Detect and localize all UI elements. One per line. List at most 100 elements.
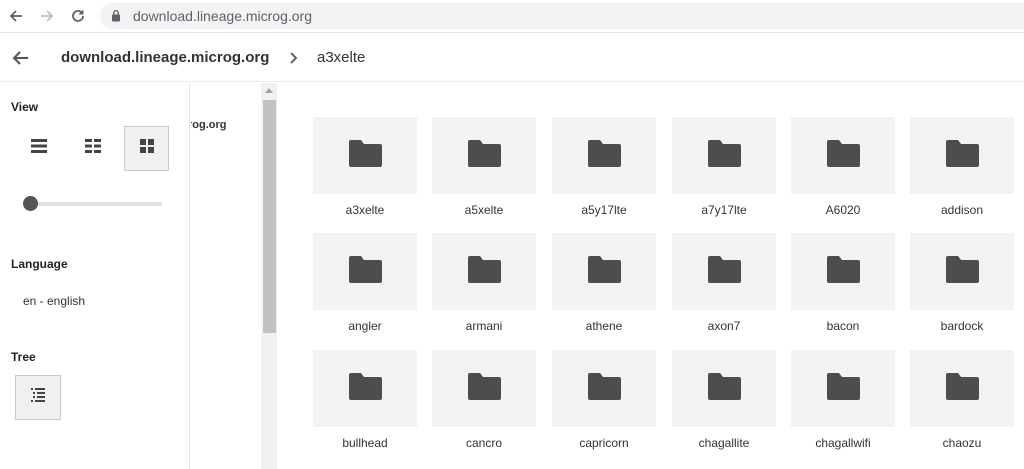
folder-name: bullhead (342, 436, 388, 450)
folder-item[interactable]: chagallwifi (791, 350, 895, 450)
lock-icon (111, 9, 121, 27)
folder-icon (348, 255, 382, 288)
folder-grid: a3xelte a5xelte a5y17lte a7y17lte A6020 addis… (277, 83, 1024, 469)
folder-name: bacon (826, 319, 860, 333)
scroll-up-arrow-icon[interactable] (265, 88, 273, 93)
language-section-title: Language (11, 257, 68, 271)
folder-thumbnail[interactable] (910, 117, 1014, 194)
folder-thumbnail[interactable] (910, 233, 1014, 310)
folder-name: a5y17lte (581, 203, 627, 217)
folder-name: a7y17lte (701, 203, 747, 217)
browser-reload-icon[interactable] (66, 5, 90, 27)
folder-item[interactable]: bardock (910, 233, 1014, 333)
folder-icon (945, 139, 979, 172)
folder-icon (707, 255, 741, 288)
folder-name: A6020 (825, 203, 861, 217)
folder-name: a5xelte (464, 203, 504, 217)
folder-icon (826, 139, 860, 172)
list-view-icon (30, 139, 47, 158)
folder-thumbnail[interactable] (672, 117, 776, 194)
folder-icon (348, 139, 382, 172)
back-arrow-icon[interactable] (8, 46, 32, 70)
folder-name: athene (585, 319, 623, 333)
app-header: download.lineage.microg.org a3xelte (0, 34, 1024, 82)
folder-item[interactable]: cancro (432, 350, 536, 450)
folder-item[interactable]: chagallite (672, 350, 776, 450)
folder-thumbnail[interactable] (552, 117, 656, 194)
url-text: download.lineage.microg.org (133, 8, 312, 24)
folder-icon (826, 255, 860, 288)
folder-thumbnail[interactable] (432, 117, 536, 194)
folder-thumbnail[interactable] (552, 233, 656, 310)
folder-item[interactable]: A6020 (791, 117, 895, 217)
tree-root-item[interactable]: rog.org (191, 119, 227, 131)
folder-item[interactable]: bacon (791, 233, 895, 333)
folder-icon (587, 139, 621, 172)
list-view-button[interactable] (16, 126, 61, 171)
folder-name: a3xelte (345, 203, 385, 217)
folder-name: addison (940, 203, 984, 217)
address-bar[interactable]: download.lineage.microg.org (100, 3, 1024, 29)
folder-name: chagallwifi (815, 436, 871, 450)
folder-item[interactable]: bullhead (313, 350, 417, 450)
browser-toolbar: download.lineage.microg.org (0, 0, 1024, 33)
folder-thumbnail[interactable] (672, 233, 776, 310)
compact-grid-icon (84, 139, 101, 158)
folder-thumbnail[interactable] (791, 233, 895, 310)
folder-icon (467, 372, 501, 405)
folder-item[interactable]: armani (432, 233, 536, 333)
folder-thumbnail[interactable] (910, 350, 1014, 427)
folder-thumbnail[interactable] (672, 350, 776, 427)
browser-forward-icon[interactable] (35, 5, 59, 27)
folder-item[interactable]: a7y17lte (672, 117, 776, 217)
folder-name: axon7 (707, 319, 741, 333)
folder-icon (945, 255, 979, 288)
folder-thumbnail[interactable] (432, 350, 536, 427)
view-section-title: View (11, 100, 39, 114)
folder-icon (467, 255, 501, 288)
breadcrumb-current[interactable]: a3xelte (317, 49, 365, 66)
folder-thumbnail[interactable] (552, 350, 656, 427)
folder-item[interactable]: chaozu (910, 350, 1014, 450)
folder-thumbnail[interactable] (791, 117, 895, 194)
folder-name: chaozu (942, 436, 982, 450)
folder-name: armani (465, 319, 503, 333)
folder-thumbnail[interactable] (791, 350, 895, 427)
language-option[interactable]: en - english (23, 294, 85, 308)
folder-item[interactable]: axon7 (672, 233, 776, 333)
folder-icon (707, 372, 741, 405)
large-grid-view-button[interactable] (124, 126, 169, 171)
folder-icon (587, 255, 621, 288)
chevron-right-icon (288, 51, 298, 69)
compact-grid-view-button[interactable] (70, 126, 115, 171)
tree-scrollbar[interactable] (261, 83, 277, 469)
folder-item[interactable]: a5y17lte (552, 117, 656, 217)
folder-name: cancro (465, 436, 503, 450)
folder-icon (467, 139, 501, 172)
thumbnail-size-slider-track[interactable] (30, 202, 162, 206)
folder-thumbnail[interactable] (313, 350, 417, 427)
tree-section-title: Tree (11, 350, 36, 364)
folder-name: bardock (940, 319, 984, 333)
folder-item[interactable]: a5xelte (432, 117, 536, 217)
folder-icon (348, 372, 382, 405)
folder-icon (707, 139, 741, 172)
folder-item[interactable]: a3xelte (313, 117, 417, 217)
large-grid-icon (139, 139, 154, 158)
folder-item[interactable]: athene (552, 233, 656, 333)
scrollbar-thumb[interactable] (263, 100, 276, 333)
folder-name: chagallite (698, 436, 750, 450)
sidebar: View Language en - english Tree (0, 83, 190, 469)
folder-item[interactable]: angler (313, 233, 417, 333)
browser-back-icon[interactable] (4, 5, 28, 27)
breadcrumb-root[interactable]: download.lineage.microg.org (61, 49, 269, 66)
tree-panel: rog.org (191, 83, 261, 469)
folder-name: angler (348, 319, 382, 333)
folder-item[interactable]: addison (910, 117, 1014, 217)
folder-thumbnail[interactable] (313, 233, 417, 310)
tree-toggle-button[interactable] (15, 375, 61, 420)
folder-thumbnail[interactable] (432, 233, 536, 310)
folder-thumbnail[interactable] (313, 117, 417, 194)
folder-item[interactable]: capricorn (552, 350, 656, 450)
thumbnail-size-slider-handle[interactable] (23, 196, 38, 211)
